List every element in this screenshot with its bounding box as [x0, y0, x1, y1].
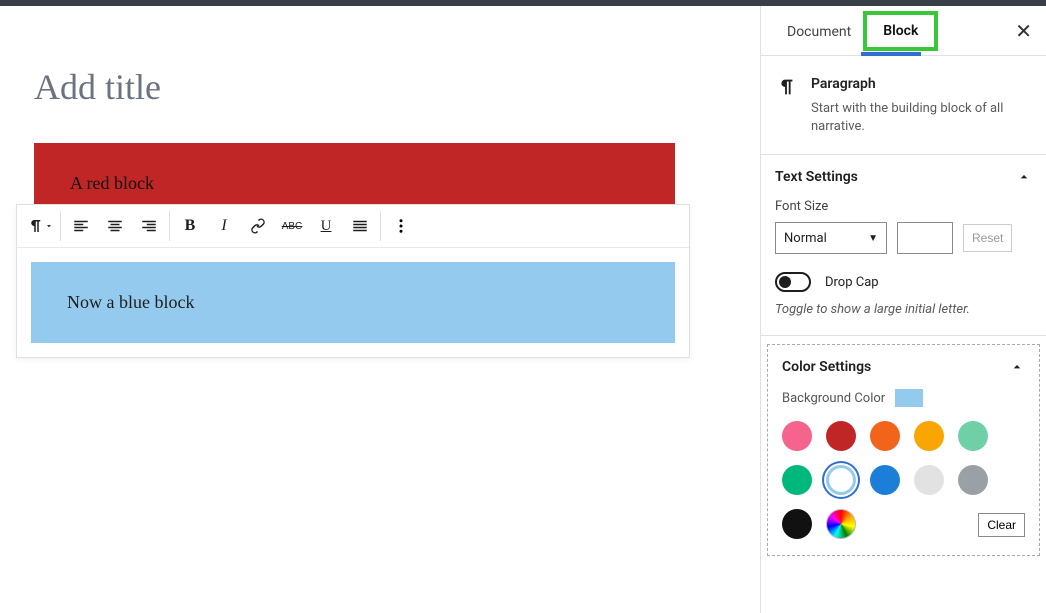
- chevron-up-icon: [1009, 359, 1025, 375]
- post-title-input[interactable]: Add title: [34, 66, 760, 108]
- block-description: Start with the building block of all nar…: [811, 100, 1032, 136]
- color-swatch[interactable]: [782, 509, 812, 539]
- font-size-select[interactable]: Normal ▼: [775, 222, 887, 254]
- align-right-button[interactable]: [132, 209, 166, 243]
- tab-active-indicator: [861, 52, 921, 56]
- panel-text-settings: Text Settings Font Size Normal ▼ Reset D…: [761, 155, 1046, 336]
- link-icon: [249, 217, 267, 235]
- align-right-icon: [140, 217, 158, 235]
- background-color-label: Background Color: [782, 391, 885, 406]
- color-swatch[interactable]: [914, 465, 944, 495]
- settings-sidebar: Document Block ✕ Paragraph Start with th…: [760, 6, 1046, 613]
- block-name: Paragraph: [811, 76, 1032, 92]
- panel-color-settings: Color Settings Background Color Clear: [767, 344, 1040, 556]
- color-swatch[interactable]: [826, 421, 856, 451]
- tab-block[interactable]: Block: [863, 11, 938, 51]
- color-swatch[interactable]: [958, 421, 988, 451]
- color-swatch[interactable]: [782, 465, 812, 495]
- block-toolbar: B I ABC U: [17, 205, 689, 248]
- font-size-reset-button[interactable]: Reset: [963, 224, 1012, 252]
- selected-block: B I ABC U Now a blue block: [16, 204, 690, 358]
- link-button[interactable]: [241, 209, 275, 243]
- panel-color-settings-toggle[interactable]: Color Settings: [782, 359, 1025, 375]
- color-swatch[interactable]: [782, 421, 812, 451]
- drop-cap-toggle[interactable]: [775, 272, 811, 292]
- align-left-icon: [72, 217, 90, 235]
- close-sidebar-button[interactable]: ✕: [1015, 19, 1032, 43]
- drop-cap-label: Drop Cap: [825, 275, 879, 290]
- font-size-custom-input[interactable]: [897, 222, 953, 254]
- panel-title: Text Settings: [775, 169, 858, 185]
- align-left-button[interactable]: [64, 209, 98, 243]
- editor-canvas: Add title A red block B I ABC U: [0, 6, 760, 613]
- bold-button[interactable]: B: [173, 209, 207, 243]
- align-center-button[interactable]: [98, 209, 132, 243]
- paragraph-block-red[interactable]: A red block: [34, 143, 675, 206]
- toolbar-separator: [380, 211, 381, 241]
- kebab-icon: [392, 217, 410, 235]
- sidebar-tabs: Document Block ✕: [761, 6, 1046, 56]
- color-swatch[interactable]: [826, 465, 856, 495]
- underline-button[interactable]: U: [309, 209, 343, 243]
- clear-color-button[interactable]: Clear: [978, 513, 1025, 537]
- color-swatch[interactable]: [870, 421, 900, 451]
- select-caret-icon: ▼: [868, 233, 878, 244]
- panel-title: Color Settings: [782, 359, 871, 375]
- color-swatch[interactable]: [958, 465, 988, 495]
- background-color-chip: [895, 389, 923, 407]
- more-options-button[interactable]: [384, 209, 418, 243]
- font-size-label: Font Size: [775, 199, 1032, 214]
- chevron-up-icon: [1016, 169, 1032, 185]
- strikethrough-button[interactable]: ABC: [275, 209, 309, 243]
- block-info: Paragraph Start with the building block …: [761, 56, 1046, 155]
- pilcrow-icon: [26, 217, 44, 235]
- panel-text-settings-toggle[interactable]: Text Settings: [775, 169, 1032, 185]
- align-justify-icon: [351, 217, 369, 235]
- block-type-paragraph-button[interactable]: [23, 209, 57, 243]
- color-swatch[interactable]: [914, 421, 944, 451]
- italic-button[interactable]: I: [207, 209, 241, 243]
- align-center-icon: [106, 217, 124, 235]
- pilcrow-icon: [775, 76, 797, 98]
- paragraph-block-blue[interactable]: Now a blue block: [31, 262, 675, 343]
- toolbar-separator: [169, 211, 170, 241]
- chevron-down-icon: [44, 221, 54, 231]
- justify-button[interactable]: [343, 209, 377, 243]
- drop-cap-hint: Toggle to show a large initial letter.: [775, 302, 1032, 317]
- custom-color-swatch[interactable]: [826, 509, 856, 539]
- tab-document[interactable]: Document: [775, 10, 863, 52]
- color-swatch[interactable]: [870, 465, 900, 495]
- font-size-value: Normal: [784, 231, 827, 246]
- toolbar-separator: [60, 211, 61, 241]
